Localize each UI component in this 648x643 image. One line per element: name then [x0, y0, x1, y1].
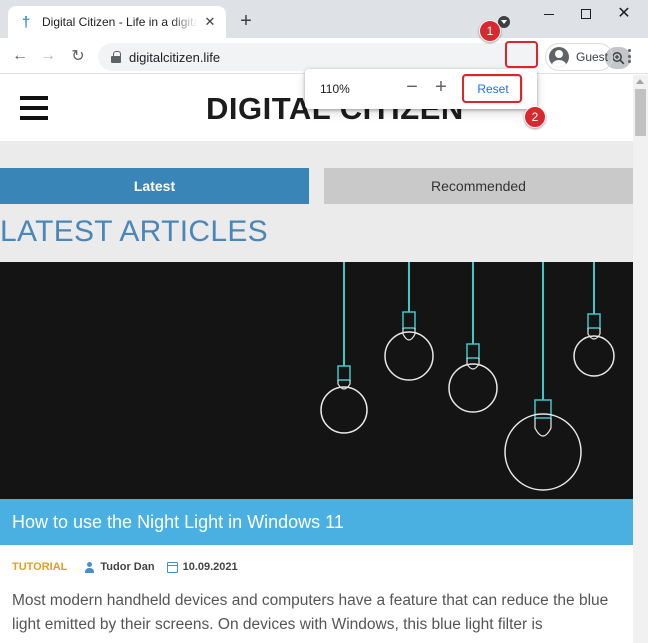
light-bulbs-illustration	[320, 262, 615, 491]
highlight-zoom-icon	[505, 41, 538, 68]
browser-window: † Digital Citizen - Life in a digital wo…	[0, 0, 648, 643]
profile-label: Guest	[576, 50, 609, 64]
bulb-4-icon	[504, 399, 582, 491]
profile-button[interactable]: Guest	[545, 43, 613, 71]
tab-close-icon[interactable]: ✕	[202, 14, 218, 30]
forward-button[interactable]: →	[36, 44, 60, 68]
article-hero-image[interactable]	[0, 262, 633, 499]
bulb-2-icon	[384, 311, 434, 381]
scroll-up-arrow-icon[interactable]	[636, 79, 644, 84]
browser-menu-button[interactable]	[622, 46, 636, 66]
article-category[interactable]: TUTORIAL	[12, 561, 67, 573]
step-badge-2: 2	[524, 106, 546, 128]
url-text[interactable]: digitalcitizen.life	[129, 50, 220, 65]
tab-recommended[interactable]: Recommended	[324, 168, 633, 204]
page-scrollbar[interactable]	[633, 75, 648, 643]
minimize-button[interactable]	[534, 4, 564, 24]
hamburger-menu-icon[interactable]	[20, 96, 48, 120]
web-page: DIGITAL CITIZEN Latest Recommended LATES…	[0, 75, 633, 643]
browser-tab[interactable]: † Digital Citizen - Life in a digital wo…	[8, 6, 226, 38]
new-tab-button[interactable]: +	[236, 11, 256, 32]
tab-strip: † Digital Citizen - Life in a digital wo…	[0, 0, 648, 38]
bulb-5-icon	[573, 313, 615, 377]
menu-dot	[627, 60, 631, 63]
tab-latest[interactable]: Latest	[0, 168, 309, 204]
close-icon: ✕	[617, 5, 631, 22]
lock-icon[interactable]	[111, 51, 121, 63]
step-badge-1: 1	[479, 20, 501, 42]
article-author[interactable]: Tudor Dan	[84, 561, 155, 573]
bulb-1-icon	[320, 365, 368, 434]
article-title[interactable]: How to use the Night Light in Windows 11	[12, 512, 344, 533]
section-title: LATEST ARTICLES	[0, 215, 268, 248]
zoom-in-button[interactable]: +	[432, 76, 450, 98]
zoom-level: 110%	[320, 82, 350, 96]
menu-dot	[627, 49, 631, 52]
article-date: 10.09.2021	[166, 561, 238, 573]
reload-button[interactable]: ↻	[66, 44, 90, 68]
address-bar[interactable]: digitalcitizen.life	[98, 43, 631, 71]
date-text: 10.09.2021	[182, 561, 238, 573]
bulb-3-icon	[448, 343, 498, 413]
maximize-button[interactable]	[571, 4, 601, 24]
guest-avatar-icon	[549, 47, 569, 67]
article-summary: TUTORIAL Tudor Dan 10.09.2021 Most moder…	[0, 545, 633, 643]
tab-title: Digital Citizen - Life in a digital worl…	[42, 15, 198, 29]
menu-dot	[627, 54, 631, 58]
calendar-icon	[166, 561, 178, 573]
zoom-out-button[interactable]: −	[403, 77, 421, 99]
minimize-icon	[544, 13, 554, 15]
scrollbar-thumb[interactable]	[635, 89, 646, 136]
article-meta: TUTORIAL Tudor Dan 10.09.2021	[12, 559, 238, 575]
close-window-button[interactable]: ✕	[609, 4, 639, 24]
user-icon	[84, 561, 95, 573]
article-tabs: Latest Recommended	[0, 168, 633, 204]
back-button[interactable]: ←	[8, 44, 32, 68]
author-name: Tudor Dan	[100, 561, 155, 573]
article-excerpt: Most modern handheld devices and compute…	[12, 592, 609, 633]
digital-citizen-favicon-icon: †	[21, 13, 31, 31]
article-title-bar[interactable]: How to use the Night Light in Windows 11	[0, 499, 633, 545]
highlight-reset-button	[462, 74, 522, 103]
maximize-icon	[581, 9, 591, 19]
